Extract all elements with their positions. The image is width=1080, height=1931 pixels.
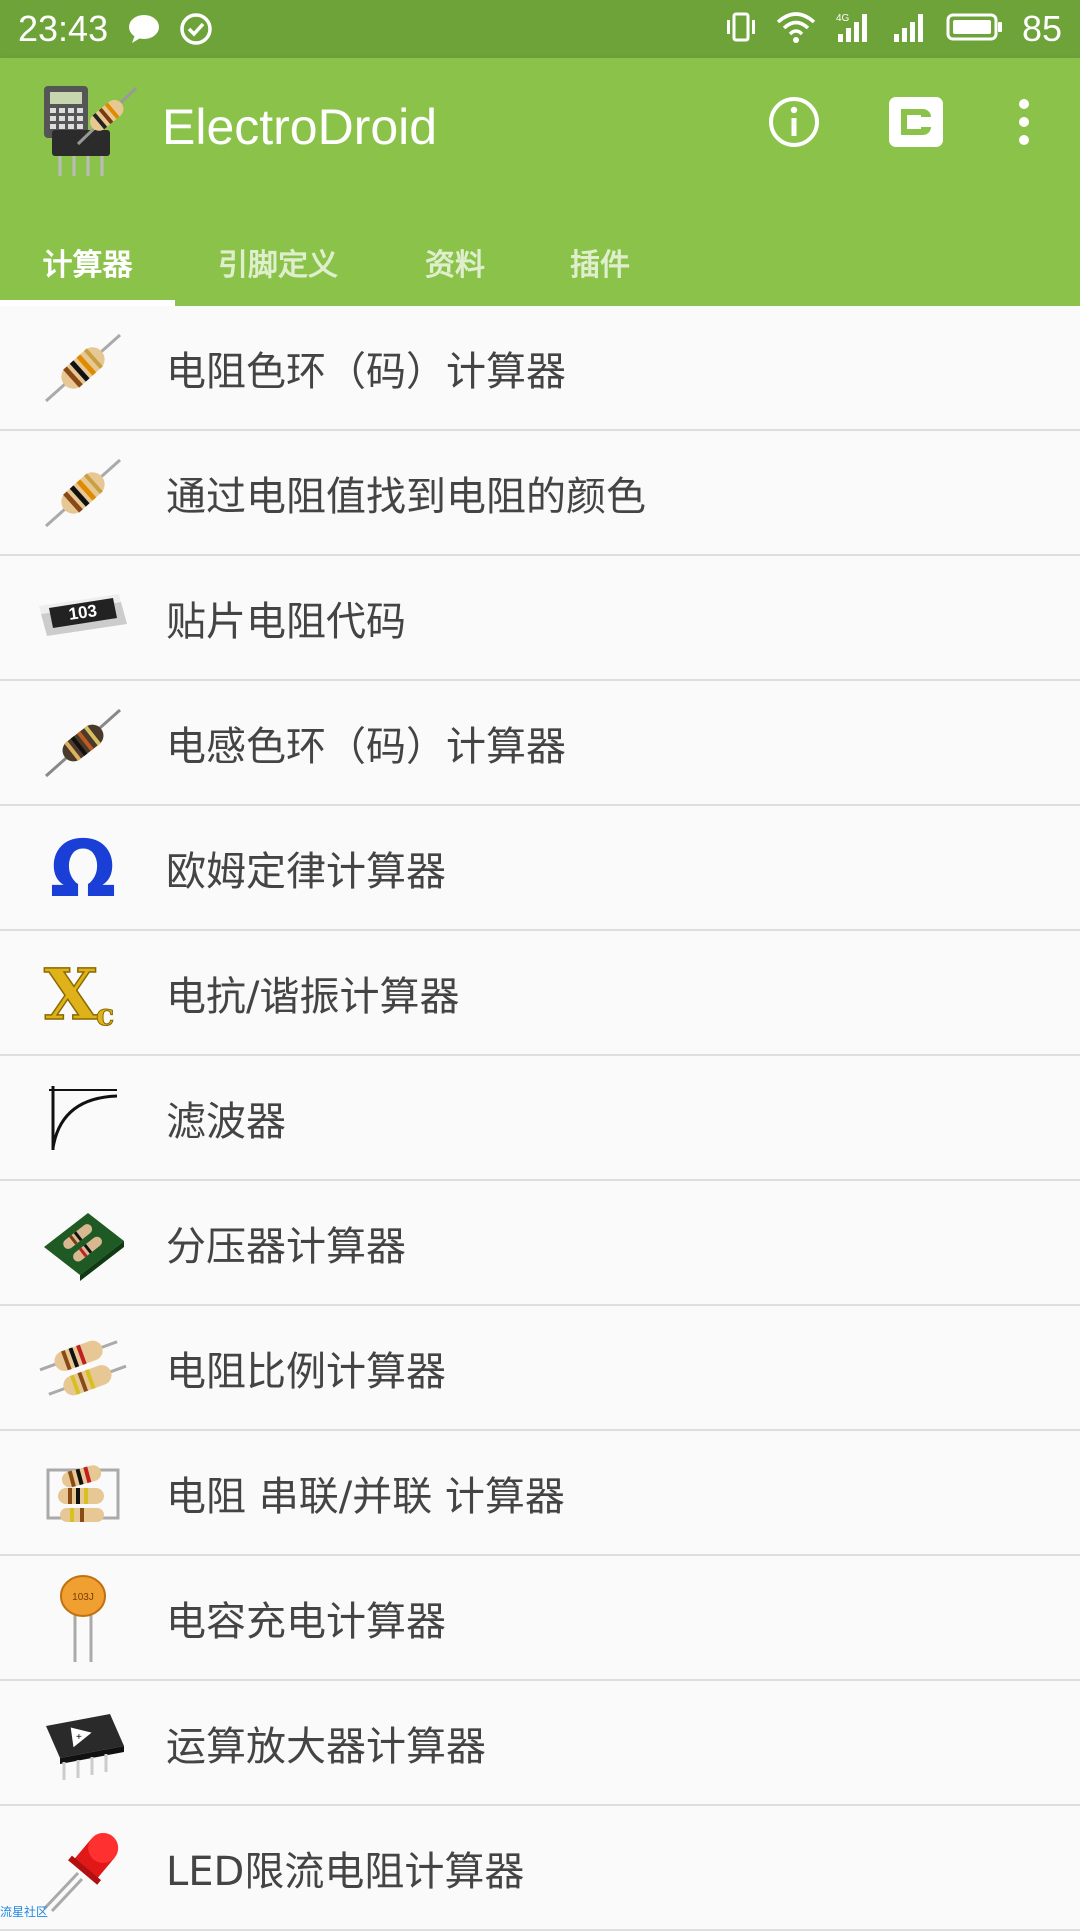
list-item-label: 通过电阻值找到电阻的颜色	[166, 464, 646, 522]
plugin-button[interactable]	[880, 88, 952, 160]
list-item-label: 电抗/谐振计算器	[166, 964, 459, 1022]
wifi-icon	[776, 10, 816, 49]
watermark: 流星社区	[0, 1903, 48, 1920]
more-options-button[interactable]	[988, 88, 1060, 160]
list-item-label: 分压器计算器	[166, 1214, 406, 1272]
list-item-label: 电阻 串联/并联 计算器	[166, 1464, 565, 1522]
inductor-icon	[0, 680, 166, 805]
list-item-label: 电感色环（码）计算器	[166, 714, 566, 772]
app-logo-icon	[38, 78, 142, 182]
battery-icon	[946, 12, 1004, 47]
signal-icon	[890, 10, 928, 49]
calculator-list: 电阻色环（码）计算器 通过电阻值找到电阻的颜色 103 贴片电阻代码 电感色环（…	[0, 306, 1080, 1931]
list-item-filter[interactable]: 滤波器	[0, 1056, 1080, 1181]
more-vertical-icon	[1016, 97, 1032, 151]
tab-plugins[interactable]: 插件	[529, 218, 671, 306]
xc-icon: Xc	[0, 930, 166, 1055]
list-item-ohms-law[interactable]: Ω 欧姆定律计算器	[0, 806, 1080, 931]
list-item-label: 滤波器	[166, 1089, 286, 1147]
svg-text:c: c	[96, 998, 114, 1033]
svg-text:103J: 103J	[72, 1592, 94, 1603]
list-item-smd-resistor[interactable]: 103 贴片电阻代码	[0, 556, 1080, 681]
list-item-label: 运算放大器计算器	[166, 1714, 486, 1772]
opamp-icon: +	[0, 1680, 166, 1805]
svg-text:4G: 4G	[836, 13, 850, 24]
check-circle-icon	[178, 11, 214, 47]
tab-calculators[interactable]: 计算器	[0, 218, 175, 306]
svg-text:X: X	[44, 953, 99, 1033]
list-item-label: 欧姆定律计算器	[166, 839, 446, 897]
info-button[interactable]	[758, 88, 830, 160]
plugin-icon	[887, 95, 945, 153]
app-title: ElectroDroid	[162, 98, 437, 156]
list-item-label: 电阻比例计算器	[166, 1339, 446, 1397]
resistor-icon	[0, 305, 166, 430]
list-item-voltage-divider[interactable]: 分压器计算器	[0, 1181, 1080, 1306]
status-time: 23:43	[18, 8, 108, 50]
smd-resistor-icon: 103	[0, 555, 166, 680]
list-item-led-resistor[interactable]: LED限流电阻计算器	[0, 1806, 1080, 1931]
list-item-resistor-ratio[interactable]: 电阻比例计算器	[0, 1306, 1080, 1431]
tab-resources[interactable]: 资料	[381, 218, 529, 306]
list-item-resistor-color-code[interactable]: 电阻色环（码）计算器	[0, 306, 1080, 431]
info-icon	[767, 95, 821, 153]
list-item-inductor-color-code[interactable]: 电感色环（码）计算器	[0, 681, 1080, 806]
list-item-label: 电阻色环（码）计算器	[166, 339, 566, 397]
resistor-pair-icon	[0, 1305, 166, 1430]
list-item-label: LED限流电阻计算器	[166, 1839, 524, 1897]
vibrate-icon	[724, 10, 758, 49]
chat-bubble-icon	[126, 11, 162, 47]
svg-text:Ω: Ω	[50, 828, 116, 908]
capacitor-icon: 103J	[0, 1555, 166, 1680]
tab-bar: 计算器 引脚定义 资料 插件	[0, 218, 1080, 306]
omega-icon: Ω	[0, 805, 166, 930]
app-bar: ElectroDroid 计算器 引脚定义 资料 插件	[0, 58, 1080, 306]
tab-pinouts[interactable]: 引脚定义	[175, 218, 381, 306]
status-bar: 23:43 4G 85	[0, 0, 1080, 58]
pcb-divider-icon	[0, 1180, 166, 1305]
resistor-icon	[0, 430, 166, 555]
filter-curve-icon	[0, 1055, 166, 1180]
battery-level: 85	[1022, 8, 1062, 50]
list-item-opamp[interactable]: + 运算放大器计算器	[0, 1681, 1080, 1806]
list-item-capacitor-charge[interactable]: 103J 电容充电计算器	[0, 1556, 1080, 1681]
svg-text:+: +	[76, 1732, 82, 1743]
list-item-label: 电容充电计算器	[166, 1589, 446, 1647]
list-item-label: 贴片电阻代码	[166, 589, 406, 647]
list-item-resistor-by-value[interactable]: 通过电阻值找到电阻的颜色	[0, 431, 1080, 556]
signal-4g-icon: 4G	[834, 10, 872, 49]
list-item-reactance-resonance[interactable]: Xc 电抗/谐振计算器	[0, 931, 1080, 1056]
resistor-network-icon	[0, 1430, 166, 1555]
svg-text:103: 103	[67, 601, 98, 624]
list-item-series-parallel[interactable]: 电阻 串联/并联 计算器	[0, 1431, 1080, 1556]
